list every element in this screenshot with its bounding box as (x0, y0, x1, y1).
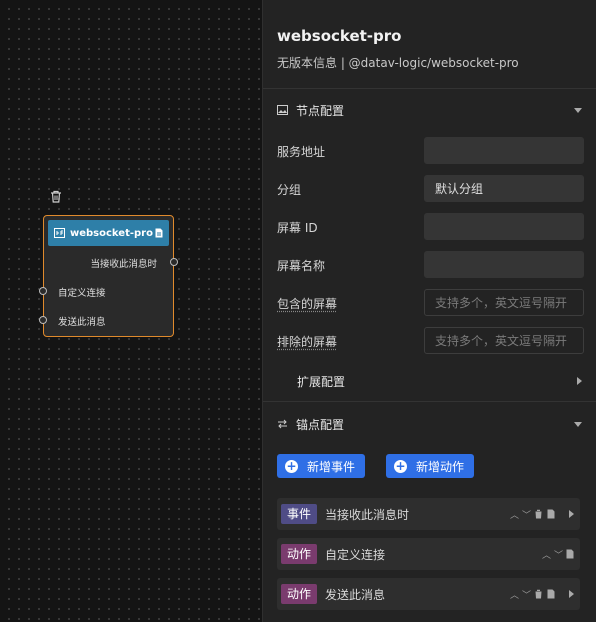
node-config-label: 节点配置 (296, 103, 345, 118)
anchor-text: 自定义连接 (325, 547, 386, 562)
extended-config-label: 扩展配置 (297, 374, 346, 389)
action-tag: 动作 (281, 544, 318, 564)
plus-icon: + (394, 458, 407, 473)
chevron-right-icon (577, 377, 582, 385)
extended-config-toggle[interactable]: 扩展配置 (297, 371, 582, 391)
move-up-icon[interactable]: ︿ (542, 548, 551, 561)
trash-icon[interactable] (50, 190, 62, 203)
anchor-row[interactable]: 事件 当接收此消息时 ︿ ﹀ (277, 498, 580, 530)
swap-icon (278, 419, 287, 429)
node-output-label: 当接收此消息时 (90, 259, 157, 270)
node-config-header[interactable]: 节点配置 (277, 100, 582, 120)
node-header[interactable]: websocket-pro (48, 220, 169, 246)
node-input-label: 自定义连接 (58, 288, 106, 299)
anchor-config-header[interactable]: 锚点配置 (277, 414, 582, 434)
chevron-right-icon[interactable] (569, 590, 574, 598)
field-label: 服务地址 (277, 145, 326, 159)
panel-subtitle: 无版本信息 | @datav-logic/websocket-pro (277, 56, 519, 70)
node-type-icon (54, 228, 65, 238)
panel-title: websocket-pro (277, 27, 402, 45)
move-down-icon[interactable]: ﹀ (554, 548, 563, 561)
chevron-down-icon (574, 421, 582, 427)
input-port[interactable] (39, 287, 47, 295)
node-input-label: 发送此消息 (58, 317, 106, 328)
add-action-button[interactable]: + 新增动作 (386, 454, 475, 478)
exclude-screens-input[interactable] (424, 327, 584, 354)
add-action-label: 新增动作 (416, 459, 465, 474)
websocket-pro-node[interactable]: websocket-pro 当接收此消息时 自定义连接 发送此消息 (39, 215, 178, 337)
event-tag: 事件 (281, 504, 318, 524)
move-up-icon[interactable]: ︿ (510, 508, 519, 521)
input-port[interactable] (39, 316, 47, 324)
chevron-right-icon[interactable] (569, 510, 574, 518)
screen-id-input[interactable] (424, 213, 584, 240)
field-label: 包含的屏幕 (277, 297, 338, 311)
add-event-label: 新增事件 (307, 459, 356, 474)
chevron-down-icon (574, 107, 582, 113)
divider (263, 401, 596, 402)
anchor-text: 发送此消息 (325, 587, 386, 602)
trash-icon[interactable] (534, 509, 543, 519)
screen-name-input[interactable] (424, 251, 584, 278)
output-port[interactable] (170, 258, 178, 266)
add-event-button[interactable]: + 新增事件 (277, 454, 366, 478)
move-down-icon[interactable]: ﹀ (522, 588, 531, 601)
logic-canvas[interactable]: websocket-pro 当接收此消息时 自定义连接 发送此消息 (0, 0, 262, 622)
properties-panel: websocket-pro 无版本信息 | @datav-logic/webso… (262, 0, 596, 622)
group-input[interactable] (424, 175, 584, 202)
field-label: 屏幕名称 (277, 259, 326, 273)
trash-icon[interactable] (534, 589, 543, 599)
document-icon[interactable] (566, 549, 574, 559)
move-down-icon[interactable]: ﹀ (522, 508, 531, 521)
node-title: websocket-pro (70, 227, 153, 239)
document-icon[interactable] (547, 509, 555, 519)
action-tag: 动作 (281, 584, 318, 604)
field-label: 分组 (277, 183, 302, 197)
image-icon (277, 105, 288, 115)
field-label: 排除的屏幕 (277, 335, 338, 349)
include-screens-input[interactable] (424, 289, 584, 316)
anchor-row[interactable]: 动作 自定义连接 ︿ ﹀ (277, 538, 580, 570)
anchor-config-label: 锚点配置 (296, 417, 345, 432)
anchor-row[interactable]: 动作 发送此消息 ︿ ﹀ (277, 578, 580, 610)
document-icon[interactable] (155, 228, 163, 238)
anchor-text: 当接收此消息时 (325, 507, 410, 522)
divider (263, 88, 596, 89)
field-label: 屏幕 ID (277, 221, 318, 235)
service-address-input[interactable] (424, 137, 584, 164)
document-icon[interactable] (547, 589, 555, 599)
move-up-icon[interactable]: ︿ (510, 588, 519, 601)
plus-icon: + (285, 458, 298, 473)
